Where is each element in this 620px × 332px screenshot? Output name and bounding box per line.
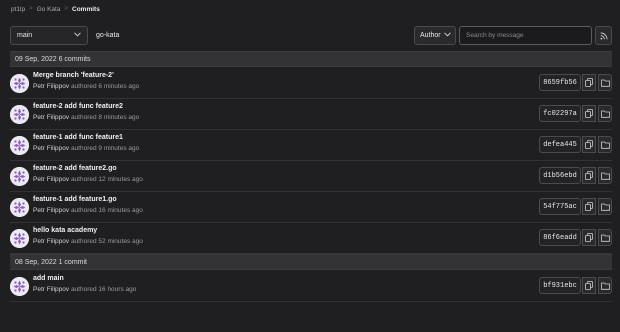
commit-sha-link[interactable]: bf931ebc (539, 277, 581, 294)
commit-meta: Petr Filippov authored 12 minutes ago (33, 176, 143, 183)
commit-sha-link[interactable]: 54f775ac (539, 198, 581, 215)
commit-title-link[interactable]: feature-2 add feature2.go (33, 165, 117, 172)
breadcrumb: pt1lp > Go Kata > Commits (11, 4, 100, 14)
commits-toolbar: main go-kata Author (10, 26, 612, 45)
copy-sha-button[interactable] (582, 105, 596, 122)
commit-title-link[interactable]: feature-2 add func feature2 (33, 103, 123, 110)
commit-time: authored 16 minutes ago (70, 207, 143, 214)
path-label: go-kata (96, 32, 120, 39)
commit-meta: Petr Filippov authored 8 minutes ago (33, 114, 139, 121)
copy-icon (585, 277, 593, 295)
commit-time: authored 16 hours ago (70, 286, 137, 293)
copy-icon (585, 136, 593, 154)
folder-icon (600, 167, 610, 185)
copy-sha-button[interactable] (582, 198, 596, 215)
commit-title-link[interactable]: feature-1 add feature1.go (33, 196, 117, 203)
commit-time: authored 52 minutes ago (70, 238, 143, 245)
copy-sha-button[interactable] (582, 229, 596, 246)
breadcrumb-separator-icon: > (29, 6, 33, 12)
browse-files-button[interactable] (598, 167, 612, 184)
copy-sha-button[interactable] (582, 167, 596, 184)
branch-select-value: main (17, 32, 33, 39)
commit-sha-link[interactable]: 86f6eadd (539, 229, 581, 246)
commit-row: feature-1 add feature1.go Petr Filippov a… (10, 192, 612, 223)
commit-sha-link[interactable]: 8659fb56 (539, 74, 581, 91)
commit-title-link[interactable]: feature-1 add func feature1 (33, 134, 123, 141)
commit-meta: Petr Filippov authored 16 hours ago (33, 286, 136, 293)
copy-sha-button[interactable] (582, 277, 596, 294)
search-input[interactable] (466, 32, 585, 39)
commit-row: add main Petr Filippov authored 16 hours … (10, 271, 612, 302)
folder-icon (600, 198, 610, 216)
browse-files-button[interactable] (598, 74, 612, 91)
commit-title-link[interactable]: hello kata academy (33, 227, 97, 234)
author-filter-label: Author (420, 32, 441, 39)
browse-files-button[interactable] (598, 105, 612, 122)
copy-icon (585, 167, 593, 185)
folder-icon (600, 277, 610, 295)
copy-icon (585, 229, 593, 247)
browse-files-button[interactable] (598, 277, 612, 294)
breadcrumb-separator-icon: > (64, 6, 68, 12)
commit-author-link[interactable]: Petr Filippov (33, 145, 69, 152)
commit-author-link[interactable]: Petr Filippov (33, 83, 69, 90)
commit-meta: Petr Filippov authored 6 minutes ago (33, 83, 139, 90)
commit-author-link[interactable]: Petr Filippov (33, 286, 69, 293)
commit-author-link[interactable]: Petr Filippov (33, 238, 69, 245)
commit-time: authored 12 minutes ago (70, 176, 143, 183)
day-group-header: 09 Sep, 2022 6 commits (10, 51, 612, 67)
day-group-header: 08 Sep, 2022 1 commit (10, 254, 612, 270)
commit-sha-link[interactable]: defea445 (539, 136, 581, 153)
avatar[interactable] (10, 229, 29, 248)
rss-feed-button[interactable] (595, 26, 612, 45)
avatar[interactable] (10, 167, 29, 186)
rss-icon (600, 27, 608, 45)
search-by-message (459, 26, 592, 45)
commit-row: feature-2 add func feature2 Petr Filippov… (10, 99, 612, 130)
folder-icon (600, 136, 610, 154)
avatar[interactable] (10, 136, 29, 155)
commit-row: feature-1 add func feature1 Petr Filippov… (10, 130, 612, 161)
folder-icon (600, 229, 610, 247)
commit-author-link[interactable]: Petr Filippov (33, 176, 69, 183)
browse-files-button[interactable] (598, 229, 612, 246)
commit-time: authored 6 minutes ago (70, 83, 140, 90)
chevron-down-icon (74, 32, 81, 39)
commit-meta: Petr Filippov authored 9 minutes ago (33, 145, 139, 152)
commit-meta: Petr Filippov authored 52 minutes ago (33, 238, 143, 245)
copy-icon (585, 105, 593, 123)
avatar[interactable] (10, 105, 29, 124)
browse-files-button[interactable] (598, 198, 612, 215)
breadcrumb-item-namespace[interactable]: pt1lp (11, 6, 25, 13)
folder-icon (600, 105, 610, 123)
commit-title-link[interactable]: Merge branch 'feature-2' (33, 72, 114, 79)
avatar[interactable] (10, 198, 29, 217)
commit-title-link[interactable]: add main (33, 275, 64, 282)
commit-time: authored 8 minutes ago (70, 114, 140, 121)
author-filter-dropdown[interactable]: Author (414, 26, 456, 45)
commit-sha-link[interactable]: fc02297a (539, 105, 581, 122)
commit-sha-link[interactable]: d1b56ebd (539, 167, 581, 184)
folder-icon (600, 74, 610, 92)
commit-time: authored 9 minutes ago (70, 145, 140, 152)
commit-row: feature-2 add feature2.go Petr Filippov a… (10, 161, 612, 192)
branch-select[interactable]: main (10, 26, 88, 45)
commit-meta: Petr Filippov authored 16 minutes ago (33, 207, 143, 214)
copy-icon (585, 198, 593, 216)
commit-row: hello kata academy Petr Filippov authored… (10, 223, 612, 254)
browse-files-button[interactable] (598, 136, 612, 153)
breadcrumb-item-project[interactable]: Go Kata (37, 6, 61, 13)
breadcrumb-item-current: Commits (72, 5, 100, 13)
avatar[interactable] (10, 277, 29, 296)
chevron-down-icon (443, 32, 451, 39)
commit-author-link[interactable]: Petr Filippov (33, 207, 69, 214)
copy-icon (585, 74, 593, 92)
copy-sha-button[interactable] (582, 136, 596, 153)
copy-sha-button[interactable] (582, 74, 596, 91)
commit-row: Merge branch 'feature-2' Petr Filippov au… (10, 68, 612, 99)
avatar[interactable] (10, 74, 29, 93)
commit-author-link[interactable]: Petr Filippov (33, 114, 69, 121)
